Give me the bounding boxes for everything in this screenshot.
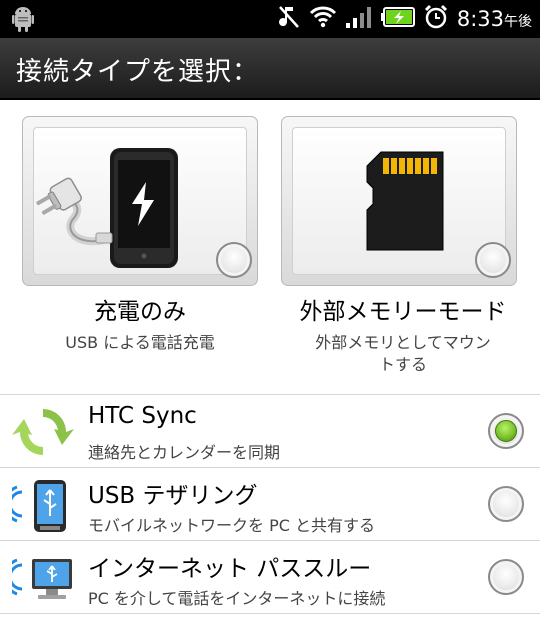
signal-icon (345, 5, 373, 33)
charge-only-tile[interactable] (22, 116, 258, 286)
option-htc-sync[interactable]: HTC Sync 連絡先とカレンダーを同期 (0, 394, 540, 468)
internet-passthrough-icon (3, 547, 74, 609)
wifi-icon (309, 5, 337, 33)
radio-unselected-icon (488, 486, 524, 522)
usb-tethering-radio[interactable] (488, 486, 524, 522)
option-subtitle: 連絡先とカレンダーを同期 (88, 443, 281, 462)
radio-selected-dot (495, 420, 517, 442)
option-usb-tethering[interactable]: USB テザリング モバイルネットワークを PC と共有する (0, 467, 540, 541)
status-bar: 8:33午後 (0, 0, 540, 38)
htc-sync-radio[interactable] (488, 413, 524, 449)
clock-time: 8:33 (456, 7, 504, 31)
option-subtitle: PC を介して電話をインターネットに接続 (88, 589, 386, 608)
tile-inner (33, 127, 247, 275)
charge-only-label: 充電のみ (94, 299, 186, 325)
disk-drive-subtitle-line2: トする (378, 355, 427, 374)
disk-drive-tile[interactable] (281, 116, 517, 286)
alarm-icon (423, 4, 449, 34)
option-title: HTC Sync (88, 403, 197, 429)
disk-drive-label: 外部メモリーモード (299, 299, 507, 325)
battery-charging-icon (380, 6, 415, 32)
disk-drive-subtitle-line1: 外部メモリとしてマウン (315, 333, 491, 352)
charge-only-subtitle: USB による電話充電 (65, 333, 215, 352)
mute-icon (277, 4, 301, 34)
divider (0, 613, 540, 614)
disk-drive-subtitle: 外部メモリとしてマウン トする (272, 332, 534, 376)
usb-tethering-icon (3, 474, 74, 536)
radio-unselected-icon (488, 559, 524, 595)
android-debug-icon (12, 6, 34, 36)
internet-passthrough-radio[interactable] (488, 559, 524, 595)
option-subtitle: モバイルネットワークを PC と共有する (88, 516, 375, 535)
radio-unselected-icon (475, 242, 511, 278)
dialog-header: 接続タイプを選択： (0, 38, 540, 100)
disk-drive-radio[interactable] (475, 242, 511, 278)
charge-only-radio[interactable] (216, 242, 252, 278)
sync-arrows-icon (12, 401, 74, 463)
option-internet-passthrough[interactable]: インターネット パススルー PC を介して電話をインターネットに接続 (0, 540, 540, 614)
option-title: インターネット パススルー (88, 556, 372, 582)
clock: 8:33午後 (457, 7, 532, 31)
option-title: USB テザリング (88, 483, 258, 509)
tile-inner (292, 127, 506, 275)
connection-type-list: 充電のみ USB による電話充電 外部メモリーモード 外部メモリとしてマウントす… (0, 100, 540, 631)
radio-unselected-icon (216, 242, 252, 278)
dialog-title: 接続タイプを選択： (16, 57, 260, 87)
clock-ampm: 午後 (504, 14, 532, 30)
